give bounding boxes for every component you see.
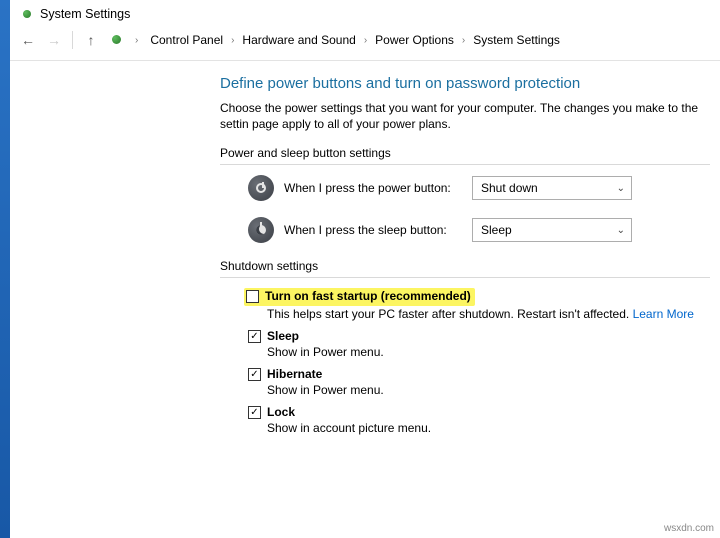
sleep-button-label: When I press the sleep button: <box>284 223 462 237</box>
breadcrumb-hardware-sound[interactable]: Hardware and Sound <box>238 31 359 49</box>
sleep-icon <box>248 217 274 243</box>
chevron-right-icon: › <box>229 35 236 46</box>
watermark: wsxdn.com <box>664 523 714 534</box>
breadcrumb: Control Panel › Hardware and Sound › Pow… <box>146 31 564 49</box>
fast-startup-description: This helps start your PC faster after sh… <box>267 307 720 321</box>
lock-checkbox[interactable] <box>248 406 261 419</box>
power-options-icon <box>18 6 34 22</box>
chevron-right-icon: › <box>362 35 369 46</box>
power-button-label: When I press the power button: <box>284 181 462 195</box>
power-icon <box>248 175 274 201</box>
sleep-description: Show in Power menu. <box>267 345 720 359</box>
power-options-icon <box>107 31 125 49</box>
page-description: Choose the power settings that you want … <box>220 100 720 132</box>
chevron-down-icon: ⌄ <box>617 225 625 236</box>
back-button[interactable]: ← <box>18 30 38 50</box>
power-button-select[interactable]: Shut down ⌄ <box>472 176 632 200</box>
navbar: ← → ↑ › Control Panel › Hardware and Sou… <box>10 26 720 61</box>
section-shutdown-title: Shutdown settings <box>220 259 710 278</box>
section-power-sleep-title: Power and sleep button settings <box>220 146 710 165</box>
sleep-checkbox[interactable] <box>248 330 261 343</box>
lock-label: Lock <box>267 405 295 419</box>
power-button-row: When I press the power button: Shut down… <box>248 175 720 201</box>
breadcrumb-control-panel[interactable]: Control Panel <box>146 31 227 49</box>
sleep-button-select[interactable]: Sleep ⌄ <box>472 218 632 242</box>
fast-startup-checkbox[interactable] <box>246 290 259 303</box>
content-area: Define power buttons and turn on passwor… <box>10 61 720 435</box>
titlebar: System Settings <box>10 0 720 26</box>
chevron-right-icon: › <box>460 35 467 46</box>
hibernate-checkbox[interactable] <box>248 368 261 381</box>
up-button[interactable]: ↑ <box>81 30 101 50</box>
forward-button: → <box>44 30 64 50</box>
sleep-button-value: Sleep <box>481 223 512 237</box>
chevron-right-icon: › <box>133 35 140 46</box>
divider <box>72 31 73 49</box>
chevron-down-icon: ⌄ <box>617 183 625 194</box>
sleep-label: Sleep <box>267 329 299 343</box>
learn-more-link[interactable]: Learn More <box>633 307 694 321</box>
power-button-value: Shut down <box>481 181 538 195</box>
hibernate-description: Show in Power menu. <box>267 383 720 397</box>
breadcrumb-power-options[interactable]: Power Options <box>371 31 458 49</box>
fast-startup-label: Turn on fast startup (recommended) <box>265 289 471 303</box>
sleep-button-row: When I press the sleep button: Sleep ⌄ <box>248 217 720 243</box>
page-title: Define power buttons and turn on passwor… <box>220 75 720 92</box>
window-title: System Settings <box>40 7 130 21</box>
lock-description: Show in account picture menu. <box>267 421 720 435</box>
hibernate-label: Hibernate <box>267 367 322 381</box>
breadcrumb-system-settings[interactable]: System Settings <box>469 31 564 49</box>
